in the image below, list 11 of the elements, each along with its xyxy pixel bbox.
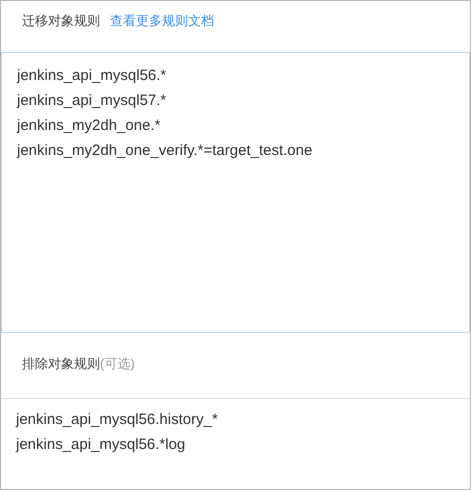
field-label: 迁移对象规则 <box>22 12 100 30</box>
rule-line: jenkins_api_mysql57.* <box>17 91 166 111</box>
rule-line: jenkins_api_mysql56.*log <box>16 435 186 455</box>
rule-line: jenkins_my2dh_one_verify.*=target_test.one <box>17 141 312 161</box>
rule-line: jenkins_api_mysql56.* <box>17 66 166 86</box>
optional-hint: (可选) <box>100 354 135 373</box>
rule-line: jenkins_api_mysql56.history_* <box>16 410 218 430</box>
rules-field[interactable]: jenkins_api_mysql56.* jenkins_api_mysql57.* jenkins_my2dh_one.* jenkins_my2dh_one_verify.*=target_test.one <box>1 52 470 333</box>
field-label: 排除对象规则 <box>22 354 100 373</box>
rule-line: jenkins_my2dh_one.* <box>17 116 160 136</box>
exclude-field[interactable]: jenkins_api_mysql56.history_* jenkins_api_mysql56.*log <box>1 398 470 489</box>
